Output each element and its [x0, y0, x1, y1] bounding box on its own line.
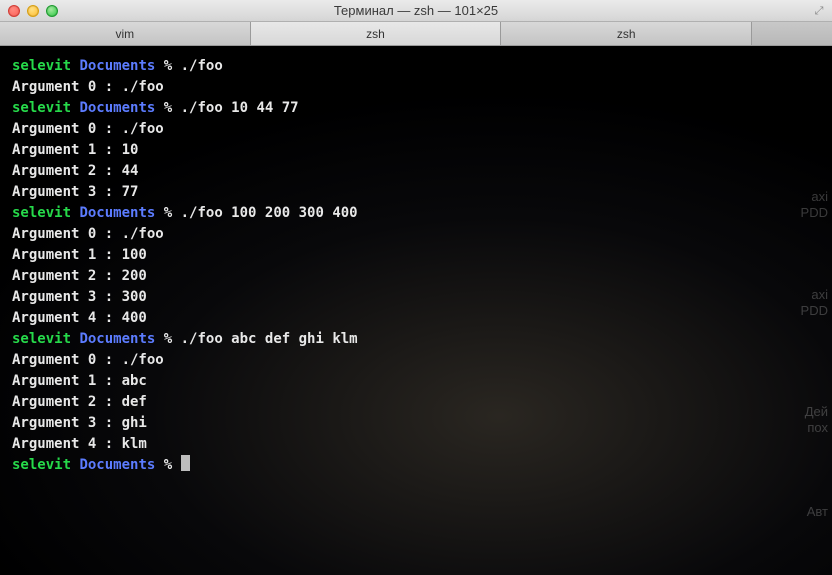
prompt-user: selevit — [12, 58, 71, 74]
output-text: Argument 2 : 200 — [12, 268, 147, 284]
output-text: Argument 0 : ./foo — [12, 121, 164, 137]
tab-spacer — [752, 22, 832, 45]
fullscreen-icon[interactable]: ⤢ — [812, 4, 826, 18]
prompt-dir: Documents — [79, 205, 155, 221]
output-text: Argument 1 : 100 — [12, 247, 147, 263]
output-line: Argument 4 : klm — [12, 434, 820, 455]
prompt-dir: Documents — [79, 331, 155, 347]
output-text: Argument 2 : def — [12, 394, 147, 410]
output-line: Argument 1 : 10 — [12, 140, 820, 161]
output-line: Argument 0 : ./foo — [12, 350, 820, 371]
titlebar: Терминал — zsh — 101×25 ⤢ — [0, 0, 832, 22]
prompt-command: ./foo — [181, 58, 223, 74]
prompt-symbol: % — [164, 58, 181, 74]
output-line: Argument 0 : ./foo — [12, 119, 820, 140]
output-text: Argument 3 : 300 — [12, 289, 147, 305]
prompt-dir: Documents — [79, 457, 155, 473]
tabbar: vim zsh zsh — [0, 22, 832, 46]
output-line: Argument 0 : ./foo — [12, 77, 820, 98]
prompt-line: selevit Documents % ./foo abc def ghi kl… — [12, 329, 820, 350]
output-line: Argument 3 : 300 — [12, 287, 820, 308]
prompt-command: ./foo 10 44 77 — [181, 100, 299, 116]
terminal-window: Терминал — zsh — 101×25 ⤢ vim zsh zsh ax… — [0, 0, 832, 575]
output-text: Argument 0 : ./foo — [12, 79, 164, 95]
output-text: Argument 3 : 77 — [12, 184, 138, 200]
prompt-user: selevit — [12, 205, 71, 221]
prompt-user: selevit — [12, 457, 71, 473]
output-line: Argument 1 : 100 — [12, 245, 820, 266]
close-icon[interactable] — [8, 5, 20, 17]
output-text: Argument 4 : 400 — [12, 310, 147, 326]
background-text: Авт — [807, 501, 832, 522]
prompt-dir: Documents — [79, 58, 155, 74]
prompt-command: ./foo abc def ghi klm — [181, 331, 358, 347]
prompt-line: selevit Documents % ./foo 10 44 77 — [12, 98, 820, 119]
window-title: Терминал — zsh — 101×25 — [0, 3, 832, 18]
output-text: Argument 0 : ./foo — [12, 226, 164, 242]
tab-label: zsh — [366, 27, 385, 41]
output-text: Argument 2 : 44 — [12, 163, 138, 179]
traffic-lights — [8, 5, 58, 17]
prompt-line: selevit Documents % ./foo — [12, 56, 820, 77]
minimize-icon[interactable] — [27, 5, 39, 17]
output-line: Argument 4 : 400 — [12, 308, 820, 329]
output-text: Argument 3 : ghi — [12, 415, 147, 431]
prompt-user: selevit — [12, 100, 71, 116]
output-line: Argument 3 : ghi — [12, 413, 820, 434]
tab-zsh[interactable]: zsh — [251, 22, 502, 45]
output-line: Argument 2 : def — [12, 392, 820, 413]
prompt-symbol: % — [164, 457, 181, 473]
tab-vim[interactable]: vim — [0, 22, 251, 45]
zoom-icon[interactable] — [46, 5, 58, 17]
output-text: Argument 0 : ./foo — [12, 352, 164, 368]
tab-label: vim — [116, 27, 135, 41]
prompt-symbol: % — [164, 205, 181, 221]
output-line: Argument 3 : 77 — [12, 182, 820, 203]
output-line: Argument 2 : 44 — [12, 161, 820, 182]
output-text: Argument 1 : abc — [12, 373, 147, 389]
prompt-user: selevit — [12, 331, 71, 347]
cursor — [181, 455, 190, 471]
prompt-line: selevit Documents % — [12, 455, 820, 476]
output-line: Argument 0 : ./foo — [12, 224, 820, 245]
output-text: Argument 4 : klm — [12, 436, 147, 452]
prompt-line: selevit Documents % ./foo 100 200 300 40… — [12, 203, 820, 224]
tab-label: zsh — [617, 27, 636, 41]
tab-zsh-2[interactable]: zsh — [501, 22, 752, 45]
terminal-content[interactable]: axiPDDaxiPDDДейпохАвтselevit Documents %… — [0, 46, 832, 575]
output-line: Argument 1 : abc — [12, 371, 820, 392]
output-line: Argument 2 : 200 — [12, 266, 820, 287]
output-text: Argument 1 : 10 — [12, 142, 138, 158]
prompt-dir: Documents — [79, 100, 155, 116]
prompt-symbol: % — [164, 100, 181, 116]
prompt-symbol: % — [164, 331, 181, 347]
prompt-command: ./foo 100 200 300 400 — [181, 205, 358, 221]
